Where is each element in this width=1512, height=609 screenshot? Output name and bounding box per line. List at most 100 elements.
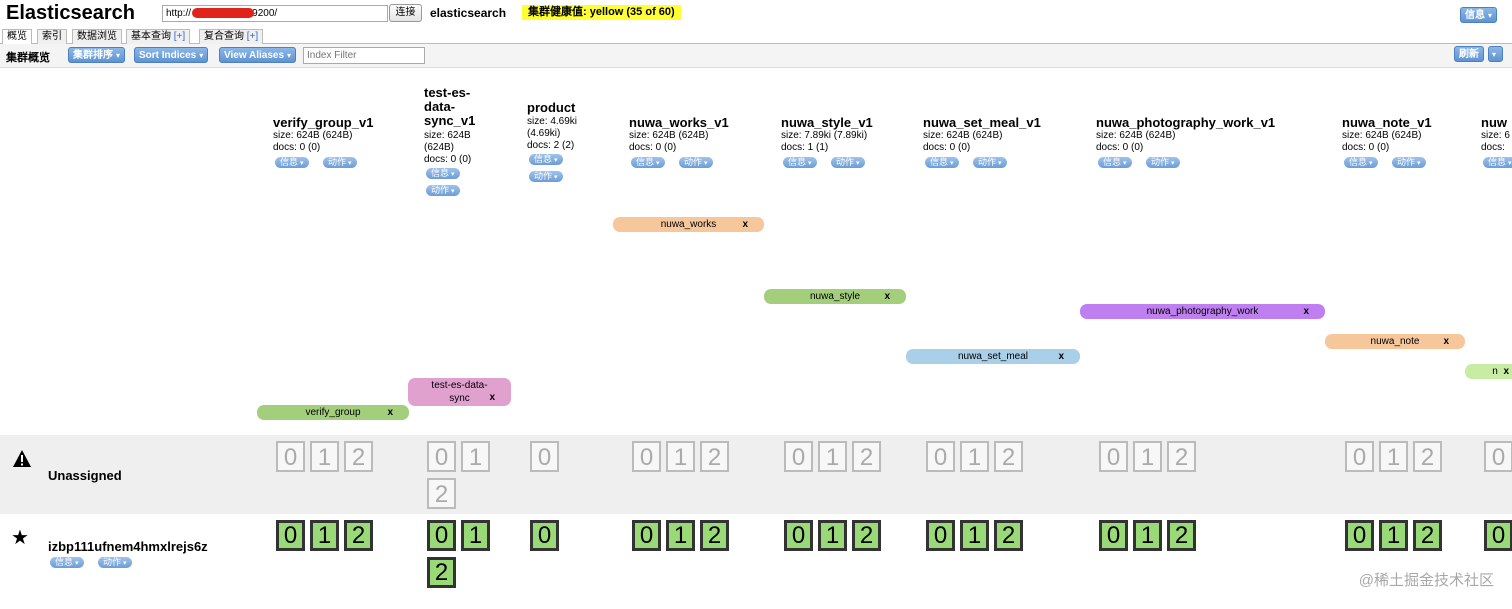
assigned-shard[interactable]: 0 [276,520,305,551]
assigned-shard[interactable]: 1 [461,520,490,551]
assigned-shard[interactable]: 2 [994,520,1023,551]
remove-alias-icon[interactable]: x [742,217,748,232]
unassigned-shard[interactable]: 2 [427,478,456,509]
tab-overview[interactable]: 概览 [2,29,32,45]
remove-alias-icon[interactable]: x [1303,304,1309,319]
unassigned-shard[interactable]: 0 [632,441,661,472]
assigned-shard[interactable]: 0 [1099,520,1128,551]
assigned-shard[interactable]: 0 [784,520,813,551]
assigned-shard[interactable]: 0 [1345,520,1374,551]
assigned-shard[interactable]: 2 [1167,520,1196,551]
index-info-button[interactable]: 信息 ▾ [426,168,460,179]
alias-tag[interactable]: test-es-data- sync x [408,378,511,406]
unassigned-shard[interactable]: 2 [1167,441,1196,472]
unassigned-shard[interactable]: 0 [1484,441,1512,472]
remove-alias-icon[interactable]: x [1503,364,1509,379]
remove-alias-icon[interactable]: x [884,289,890,304]
index-action-button[interactable]: 动作 ▾ [323,157,357,168]
info-menu-button[interactable]: 信息 ▾ [1460,7,1498,23]
index-size: size: 4.69ki (4.69ki) [527,116,578,139]
remove-alias-icon[interactable]: x [489,391,495,404]
assigned-shard[interactable]: 1 [1133,520,1162,551]
assigned-shard[interactable]: 1 [310,520,339,551]
tab-indices[interactable]: 索引 [37,29,67,44]
assigned-shard[interactable]: 0 [632,520,661,551]
alias-tag[interactable]: nuwa_works x [613,217,764,232]
assigned-shard[interactable]: 2 [1413,520,1442,551]
assigned-shard[interactable]: 2 [852,520,881,551]
unassigned-shard[interactable]: 2 [1413,441,1442,472]
unassigned-shard[interactable]: 1 [818,441,847,472]
index-action-button[interactable]: 动作 ▾ [426,185,460,196]
unassigned-shard[interactable]: 2 [852,441,881,472]
unassigned-shard[interactable]: 0 [427,441,456,472]
tab-basic-query[interactable]: 基本查询 [+] [126,29,191,44]
sort-cluster-button[interactable]: 集群排序 ▾ [68,47,126,63]
unassigned-shard[interactable]: 1 [960,441,989,472]
remove-alias-icon[interactable]: x [1058,349,1064,364]
assigned-shard[interactable]: 2 [700,520,729,551]
unassigned-shard[interactable]: 1 [1379,441,1408,472]
index-info-button[interactable]: 信息 ▾ [925,157,959,168]
index-action-button[interactable]: 动作 ▾ [1392,157,1426,168]
chevron-down-icon: ▾ [348,160,352,167]
index-filter-input[interactable] [303,47,425,64]
index-info-button[interactable]: 信息 ▾ [1344,157,1378,168]
unassigned-shard[interactable]: 1 [666,441,695,472]
index-name: nuwa_works_v1 [629,115,729,130]
remove-alias-icon[interactable]: x [1443,334,1449,349]
refresh-interval-dropdown[interactable]: ▾ [1488,46,1503,62]
index-action-button[interactable]: 动作 ▾ [529,171,563,182]
alias-tag[interactable]: nuwa_photography_work x [1080,304,1325,319]
unassigned-shard[interactable]: 0 [1099,441,1128,472]
unassigned-shard[interactable]: 1 [310,441,339,472]
unassigned-shard[interactable]: 2 [344,441,373,472]
index-info-button[interactable]: 信息 ▾ [783,157,817,168]
view-aliases-button[interactable]: View Aliases ▾ [219,47,297,63]
assigned-shard[interactable]: 2 [344,520,373,551]
unassigned-shard[interactable]: 0 [1345,441,1374,472]
index-action-button[interactable]: 动作 ▾ [831,157,865,168]
sort-indices-button[interactable]: Sort Indices ▾ [134,47,209,63]
assigned-shard[interactable]: 1 [960,520,989,551]
connect-button[interactable]: 连接 [389,4,422,22]
unassigned-shard[interactable]: 2 [994,441,1023,472]
alias-tag[interactable]: nuwa_style x [764,289,906,304]
alias-tag[interactable]: verify_group x [257,405,409,420]
unassigned-shard[interactable]: 0 [276,441,305,472]
index-action-button[interactable]: 动作 ▾ [973,157,1007,168]
unassigned-shard[interactable]: 0 [784,441,813,472]
chevron-down-icon: ▾ [300,160,304,167]
index-info-button[interactable]: 信息 ▾ [1483,157,1512,168]
alias-tag[interactable]: nuwa_set_meal x [906,349,1080,364]
unassigned-shard[interactable]: 1 [461,441,490,472]
tab-browser[interactable]: 数据浏览 [72,29,122,44]
assigned-shard[interactable]: 1 [666,520,695,551]
alias-tag[interactable]: nuwa_note x [1325,334,1465,349]
assigned-shard[interactable]: 0 [926,520,955,551]
remove-alias-icon[interactable]: x [387,405,393,420]
index-info-button[interactable]: 信息 ▾ [631,157,665,168]
assigned-shard[interactable]: 2 [427,557,456,588]
index-info-button[interactable]: 信息 ▾ [529,154,563,165]
assigned-shard[interactable]: 0 [1484,520,1512,551]
index-action-button[interactable]: 动作 ▾ [679,157,713,168]
node-action-button[interactable]: 动作 ▾ [98,557,132,568]
assigned-shard[interactable]: 1 [1379,520,1408,551]
assigned-shard[interactable]: 1 [818,520,847,551]
node-info-button[interactable]: 信息 ▾ [50,557,84,568]
unassigned-shard[interactable]: 0 [530,441,559,472]
assigned-shard[interactable]: 0 [427,520,456,551]
chevron-down-icon: ▾ [998,160,1002,167]
refresh-button[interactable]: 刷新 [1454,46,1484,62]
tab-compound-query[interactable]: 复合查询 [+] [199,29,264,44]
index-info-button[interactable]: 信息 ▾ [1098,157,1132,168]
assigned-shard[interactable]: 0 [530,520,559,551]
info-menu-label: 信息 [1465,10,1485,21]
unassigned-shard[interactable]: 1 [1133,441,1162,472]
unassigned-shard[interactable]: 0 [926,441,955,472]
alias-tag[interactable]: nx [1465,364,1512,379]
index-info-button[interactable]: 信息 ▾ [275,157,309,168]
index-action-button[interactable]: 动作 ▾ [1146,157,1180,168]
unassigned-shard[interactable]: 2 [700,441,729,472]
